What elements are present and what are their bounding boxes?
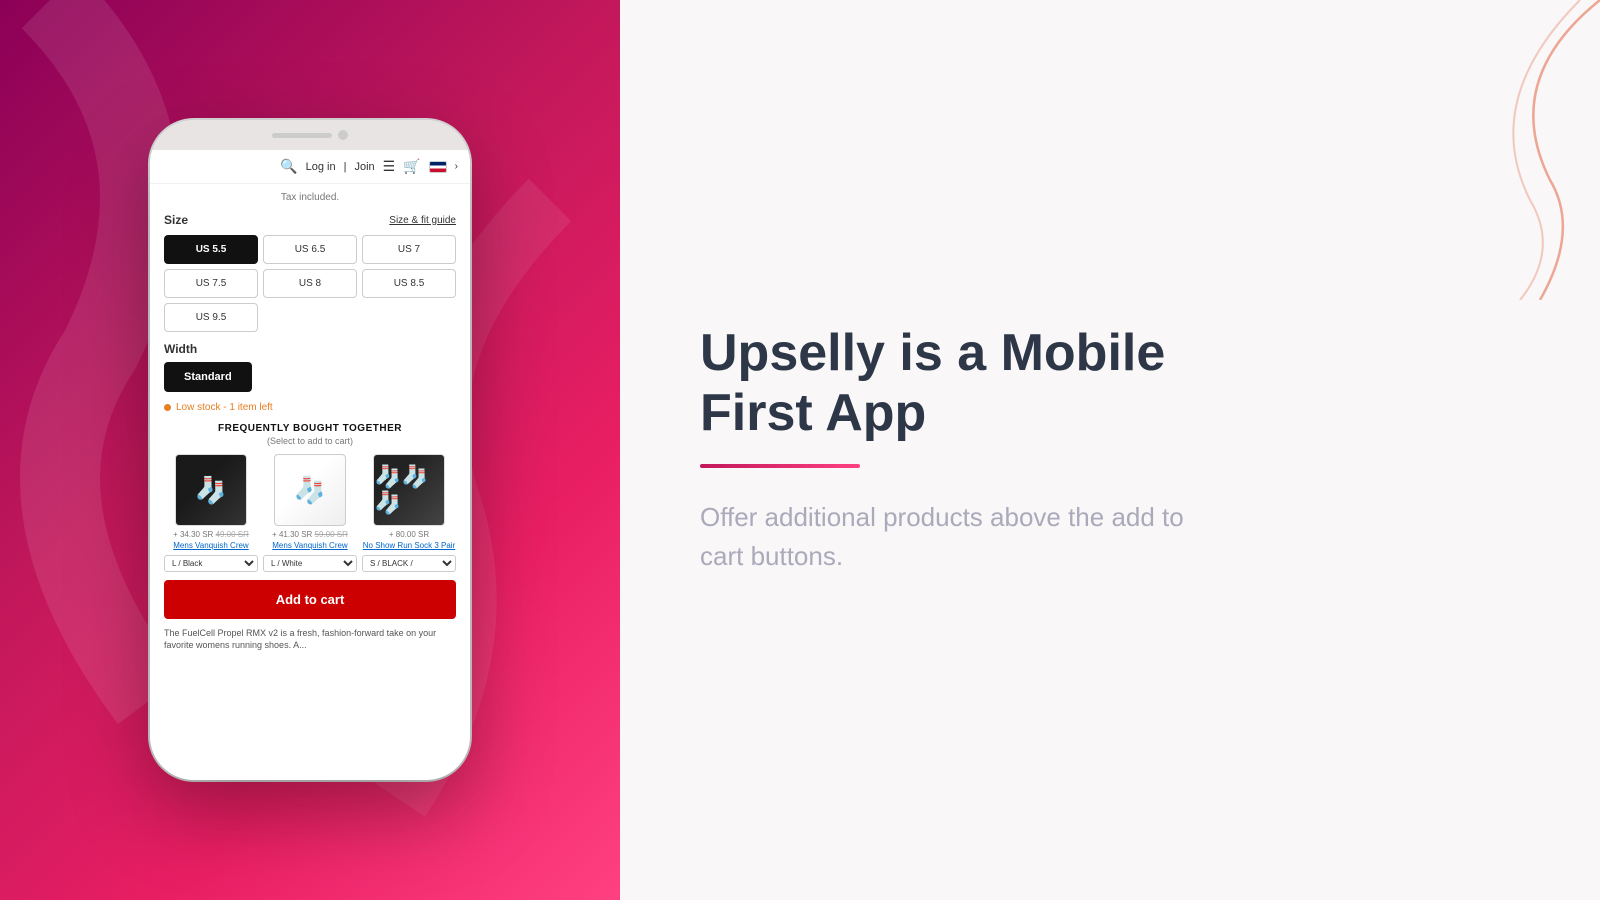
- product-name-1[interactable]: Mens Vanquish Crew: [173, 541, 248, 551]
- search-icon[interactable]: 🔍: [280, 158, 297, 175]
- product-price-old-2: 59.00 SR: [315, 530, 348, 539]
- fbt-product-1: 🧦 + 34.30 SR 49.00 SR Mens Vanquish Crew…: [164, 454, 258, 572]
- phone-mockup: 🔍 Log in | Join ☰ 🛒 › Tax included. Size…: [150, 120, 470, 780]
- join-link[interactable]: Join: [354, 161, 374, 173]
- heading-line1: Upselly is a Mobile: [700, 324, 1165, 382]
- main-heading: Upselly is a Mobile First App: [700, 324, 1200, 444]
- size-btn-7-5[interactable]: US 7.5: [164, 269, 258, 298]
- tax-note: Tax included.: [164, 192, 456, 203]
- size-section-header: Size Size & fit guide: [164, 213, 456, 227]
- size-btn-5-5[interactable]: US 5.5: [164, 235, 258, 264]
- product-price-1: + 34.30 SR 49.00 SR: [173, 530, 249, 539]
- size-label: Size: [164, 213, 188, 227]
- heading-divider: [700, 464, 860, 468]
- product-description: The FuelCell Propel RMX v2 is a fresh, f…: [164, 627, 456, 652]
- product-name-3[interactable]: No Show Run Sock 3 Pair: [363, 541, 456, 551]
- product-select-1[interactable]: L / Black: [164, 555, 258, 572]
- size-grid: US 5.5 US 6.5 US 7 US 7.5 US 8 US 8.5 US…: [164, 235, 456, 332]
- width-section: Width Standard: [164, 342, 456, 392]
- fbt-title: FREQUENTLY BOUGHT TOGETHER: [164, 423, 456, 434]
- product-price-new-1: + 34.30 SR: [173, 530, 213, 539]
- phone-camera: [338, 130, 348, 140]
- phone-notch-area: [150, 120, 470, 150]
- left-panel: 🔍 Log in | Join ☰ 🛒 › Tax included. Size…: [0, 0, 620, 900]
- language-flag[interactable]: [429, 161, 447, 173]
- width-standard-button[interactable]: Standard: [164, 362, 252, 392]
- stock-dot: [164, 404, 171, 411]
- product-price-3: + 80.00 SR: [389, 530, 429, 539]
- chevron-right-icon: ›: [455, 161, 458, 172]
- right-panel: Upselly is a Mobile First App Offer addi…: [620, 0, 1600, 900]
- product-price-new-3: + 80.00 SR: [389, 530, 429, 539]
- phone-notch: [272, 133, 332, 138]
- product-name-2[interactable]: Mens Vanquish Crew: [272, 541, 347, 551]
- fbt-product-3: 🧦🧦🧦 + 80.00 SR No Show Run Sock 3 Pair S…: [362, 454, 456, 572]
- right-content: Upselly is a Mobile First App Offer addi…: [700, 324, 1200, 576]
- product-price-2: + 41.30 SR 59.00 SR: [272, 530, 348, 539]
- product-price-old-1: 49.00 SR: [216, 530, 249, 539]
- stock-notice: Low stock - 1 item left: [164, 402, 456, 413]
- menu-icon[interactable]: ☰: [383, 158, 396, 175]
- product-select-3[interactable]: S / BLACK /: [362, 555, 456, 572]
- product-select-2[interactable]: L / White: [263, 555, 357, 572]
- size-guide-link[interactable]: Size & fit guide: [389, 215, 456, 226]
- fbt-subtitle: (Select to add to cart): [164, 436, 456, 446]
- login-link[interactable]: Log in: [306, 161, 336, 173]
- product-img-1: 🧦: [175, 454, 247, 526]
- product-img-2: 🧦: [274, 454, 346, 526]
- fbt-product-2: 🧦 + 41.30 SR 59.00 SR Mens Vanquish Crew…: [263, 454, 357, 572]
- phone-nav: 🔍 Log in | Join ☰ 🛒 ›: [150, 150, 470, 184]
- stock-text: Low stock - 1 item left: [176, 402, 273, 413]
- nav-separator: |: [344, 161, 347, 173]
- add-to-cart-button[interactable]: Add to cart: [164, 580, 456, 619]
- phone-screen: 🔍 Log in | Join ☰ 🛒 › Tax included. Size…: [150, 150, 470, 780]
- size-btn-7[interactable]: US 7: [362, 235, 456, 264]
- product-price-new-2: + 41.30 SR: [272, 530, 312, 539]
- size-btn-8-5[interactable]: US 8.5: [362, 269, 456, 298]
- size-btn-9-5[interactable]: US 9.5: [164, 303, 258, 332]
- width-label: Width: [164, 342, 456, 356]
- product-img-3: 🧦🧦🧦: [373, 454, 445, 526]
- cart-icon[interactable]: 🛒: [403, 158, 420, 175]
- subtitle-text: Offer additional products above the add …: [700, 498, 1200, 576]
- fbt-products: 🧦 + 34.30 SR 49.00 SR Mens Vanquish Crew…: [164, 454, 456, 572]
- phone-content: Tax included. Size Size & fit guide US 5…: [150, 184, 470, 770]
- heading-line2: First App: [700, 384, 926, 442]
- size-btn-8[interactable]: US 8: [263, 269, 357, 298]
- size-btn-6-5[interactable]: US 6.5: [263, 235, 357, 264]
